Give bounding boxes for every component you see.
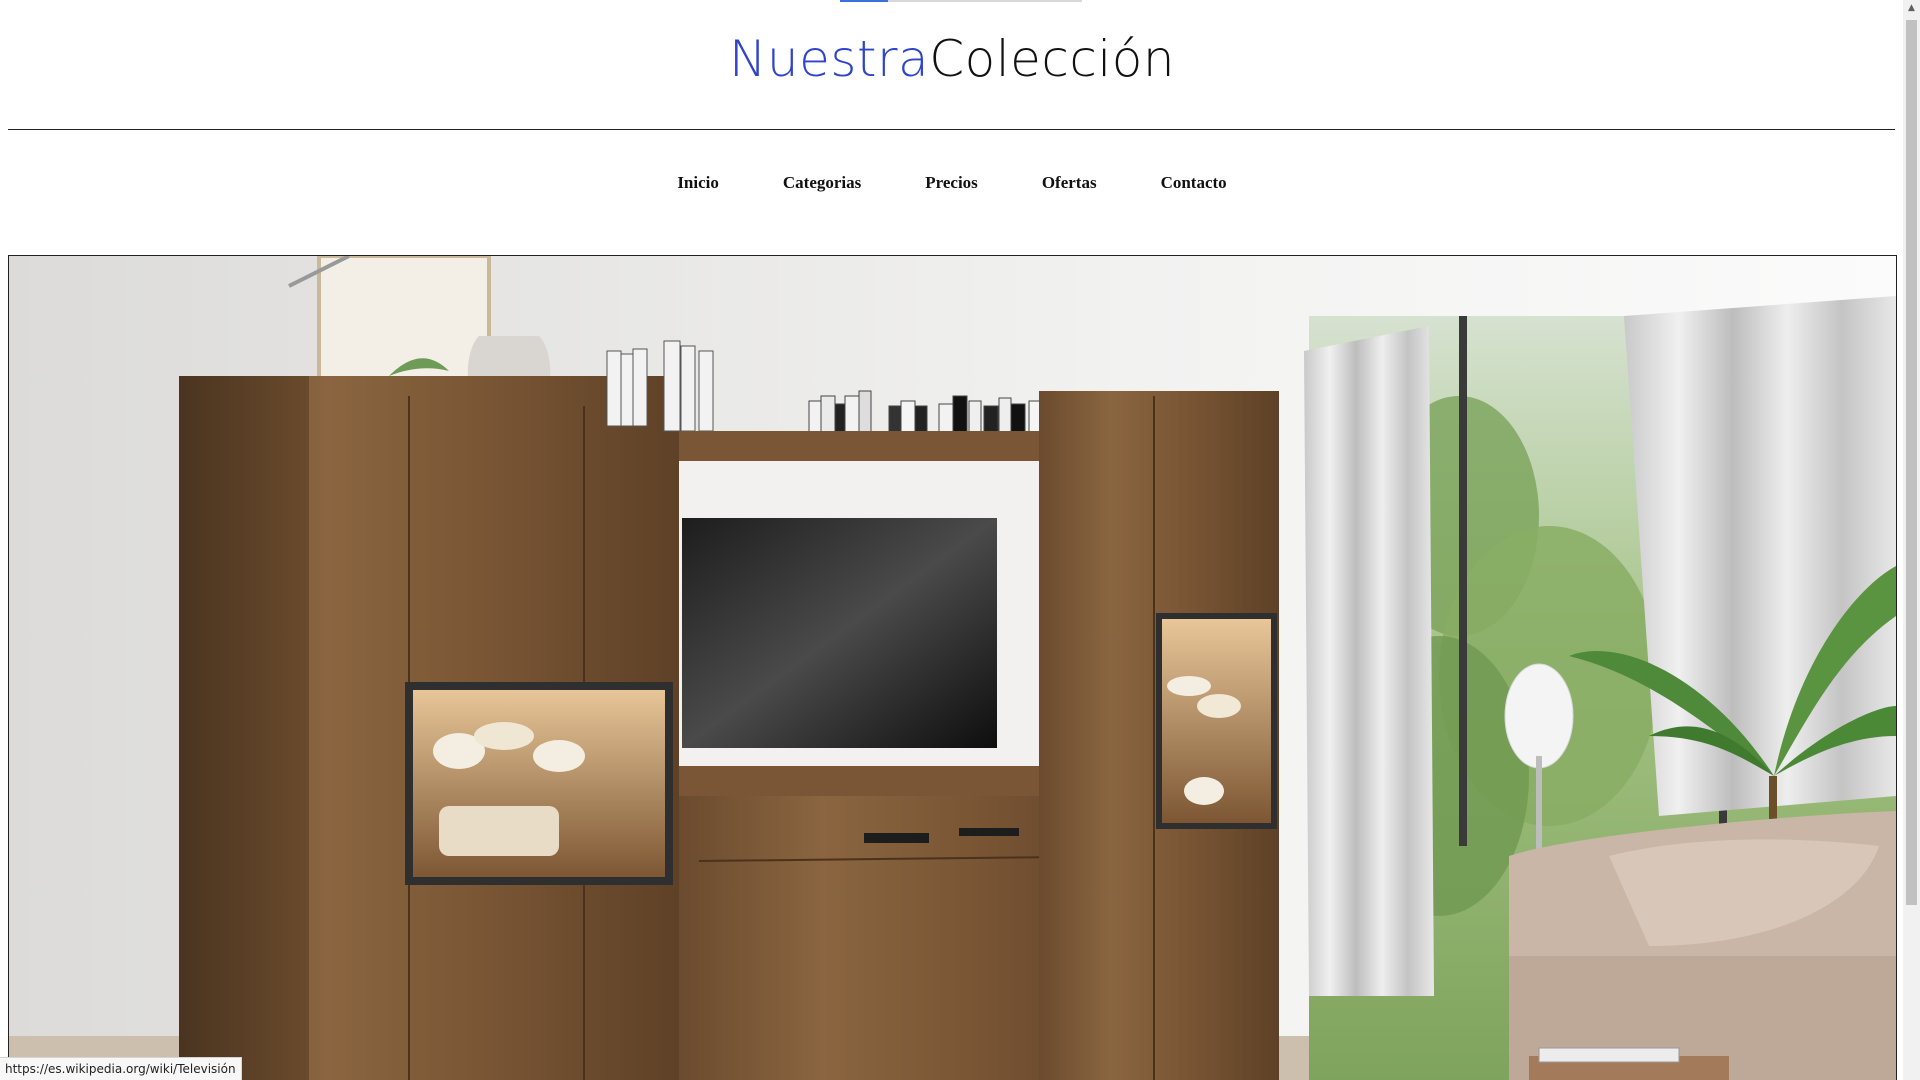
- top-progress-accent: [840, 0, 888, 2]
- status-bar-url: https://es.wikipedia.org/wiki/Televisión: [0, 1057, 242, 1080]
- main-nav: Inicio Categorias Precios Ofertas Contac…: [0, 170, 1904, 196]
- vertical-scrollbar[interactable]: ▲: [1903, 0, 1920, 1080]
- living-room-furniture-image: [9, 256, 1896, 1080]
- nav-item-inicio[interactable]: Inicio: [645, 170, 751, 196]
- nav-item-ofertas[interactable]: Ofertas: [1010, 170, 1129, 196]
- nav-item-precios[interactable]: Precios: [893, 170, 1010, 196]
- page: NuestraColección Inicio Categorias Preci…: [0, 0, 1920, 1080]
- hero-image: [8, 255, 1897, 1080]
- scroll-up-arrow-icon[interactable]: ▲: [1903, 0, 1920, 17]
- header-divider: [8, 129, 1895, 130]
- scroll-thumb[interactable]: [1906, 20, 1917, 905]
- site-title: NuestraColección: [0, 30, 1904, 88]
- site-title-rest: Colección: [929, 30, 1176, 88]
- nav-item-categorias[interactable]: Categorias: [751, 170, 893, 196]
- site-title-accent: Nuestra: [728, 30, 930, 88]
- nav-item-contacto[interactable]: Contacto: [1129, 170, 1259, 196]
